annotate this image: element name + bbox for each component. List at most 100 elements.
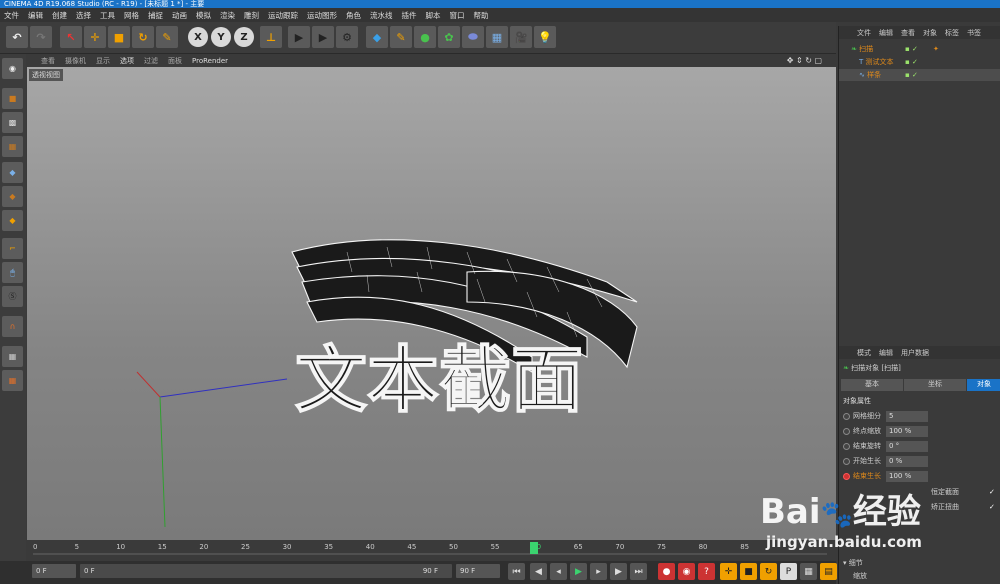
menu-render[interactable]: 渲染 [220, 10, 235, 21]
lock-workplane-icon[interactable]: ▦ [2, 346, 23, 367]
animate-dot-icon[interactable] [843, 473, 850, 480]
deformer-icon[interactable]: ⬬ [462, 26, 484, 48]
prev-key-icon[interactable]: ◀ [530, 563, 547, 580]
viewport-nav-icons[interactable]: ✥ ⇕ ↻ ▢ [787, 56, 822, 65]
om-tab-tags[interactable]: 标签 [945, 28, 959, 38]
live-select-icon[interactable]: ↖ [60, 26, 82, 48]
om-tab-bookmarks[interactable]: 书签 [967, 28, 981, 38]
key-pla-icon[interactable]: ▦ [800, 563, 817, 580]
camera-icon[interactable]: 🎥 [510, 26, 532, 48]
menu-tools[interactable]: 工具 [100, 10, 115, 21]
render-view-icon[interactable]: ▶ [288, 26, 310, 48]
make-editable-icon[interactable]: ◉ [2, 58, 23, 79]
edges-mode-icon[interactable]: ◆ [2, 186, 23, 207]
move-icon[interactable]: ✛ [84, 26, 106, 48]
cloner-icon[interactable]: ✿ [438, 26, 460, 48]
animate-dot-icon[interactable] [843, 428, 850, 435]
am-tab-edit[interactable]: 编辑 [879, 348, 893, 358]
visibility-check-icon[interactable]: ▪ ✓ [905, 43, 918, 55]
menu-character[interactable]: 角色 [346, 10, 361, 21]
x-axis-button[interactable]: X [188, 27, 208, 47]
tag-icon[interactable]: ✦ [933, 43, 939, 55]
menu-window[interactable]: 窗口 [450, 10, 465, 21]
prop-value-field[interactable]: 100 % [886, 426, 928, 437]
om-tab-file[interactable]: 文件 [857, 28, 871, 38]
tweak-mode-icon[interactable]: 🖱 [2, 262, 23, 283]
light-icon[interactable]: 💡 [534, 26, 556, 48]
subtab-basic[interactable]: 基本 [841, 379, 903, 391]
vp-menu-display[interactable]: 显示 [96, 56, 110, 66]
menu-simulate[interactable]: 模拟 [196, 10, 211, 21]
render-settings-icon[interactable]: ⚙ [336, 26, 358, 48]
menu-create[interactable]: 创建 [52, 10, 67, 21]
prop-value-field[interactable]: 0 % [886, 456, 928, 467]
go-to-end-icon[interactable]: ⏭ [630, 563, 647, 580]
magnet-icon[interactable]: ∩ [2, 316, 23, 337]
animate-dot-icon[interactable] [843, 413, 850, 420]
start-frame-field[interactable]: 0 F [32, 564, 76, 578]
play-icon[interactable]: ▶ [570, 563, 587, 580]
animate-dot-icon[interactable] [843, 458, 850, 465]
axis-mode-icon[interactable]: ⌐ [2, 238, 23, 259]
menu-mograph[interactable]: 运动图形 [307, 10, 337, 21]
object-row-spline[interactable]: ∿ 样条 ▪ ✓ [839, 69, 1000, 81]
key-position-icon[interactable]: ✛ [720, 563, 737, 580]
vp-menu-prorender[interactable]: ProRender [192, 57, 228, 65]
rotate-icon[interactable]: ↻ [132, 26, 154, 48]
end-frame-field[interactable]: 90 F [456, 564, 500, 578]
visibility-check-icon[interactable]: ▪ ✓ [905, 69, 918, 81]
vp-menu-camera[interactable]: 摄像机 [65, 56, 86, 66]
prop-value-field[interactable]: 0 ° [886, 441, 928, 452]
am-tab-mode[interactable]: 模式 [857, 348, 871, 358]
coordinate-system-icon[interactable]: ⊥ [260, 26, 282, 48]
menu-mesh[interactable]: 网格 [124, 10, 139, 21]
undo-icon[interactable]: ↶ [6, 26, 28, 48]
keyframe-selection-icon[interactable]: ? [698, 563, 715, 580]
prev-frame-icon[interactable]: ◂ [550, 563, 567, 580]
preview-range-slider[interactable]: 0 F 90 F [80, 564, 452, 578]
recent-tool-icon[interactable]: ✎ [156, 26, 178, 48]
subtab-coord[interactable]: 坐标 [904, 379, 966, 391]
menu-snap[interactable]: 捕捉 [148, 10, 163, 21]
next-frame-icon[interactable]: ▸ [590, 563, 607, 580]
menu-edit[interactable]: 编辑 [28, 10, 43, 21]
vp-menu-view[interactable]: 查看 [41, 56, 55, 66]
perspective-viewport[interactable]: 透视视图 文本截面 [27, 67, 836, 540]
prop-value-field[interactable]: 100 % [886, 471, 928, 482]
workplane-mode-icon[interactable]: ▦ [2, 136, 23, 157]
autokey-icon[interactable]: ◉ [678, 563, 695, 580]
prop-value-field[interactable]: 5 [886, 411, 928, 422]
z-axis-button[interactable]: Z [234, 27, 254, 47]
go-to-start-icon[interactable]: ⏮ [508, 563, 525, 580]
scale-icon[interactable]: ■ [108, 26, 130, 48]
menu-help[interactable]: 帮助 [474, 10, 489, 21]
next-key-icon[interactable]: ▶ [610, 563, 627, 580]
texture-mode-icon[interactable]: ▩ [2, 112, 23, 133]
scale-row[interactable]: 缩放 [853, 571, 867, 581]
menu-pipeline[interactable]: 流水线 [370, 10, 393, 21]
animate-dot-icon[interactable] [843, 443, 850, 450]
menu-plugins[interactable]: 插件 [402, 10, 417, 21]
render-picture-viewer-icon[interactable]: ▶ [312, 26, 334, 48]
menu-sculpt[interactable]: 雕刻 [244, 10, 259, 21]
timeline-ruler[interactable]: 0 5 10 15 20 25 30 35 40 45 50 55 60 65 70 75 80 85 [27, 540, 836, 560]
cube-icon[interactable]: ◆ [366, 26, 388, 48]
om-tab-view[interactable]: 查看 [901, 28, 915, 38]
check-icon[interactable]: ✓ [989, 486, 995, 499]
key-parameter-icon[interactable]: P [780, 563, 797, 580]
model-mode-icon[interactable]: ■ [2, 88, 23, 109]
vp-menu-options[interactable]: 选项 [120, 56, 134, 66]
menu-animate[interactable]: 动画 [172, 10, 187, 21]
snap-icon[interactable]: Ⓢ [2, 286, 23, 307]
key-rotation-icon[interactable]: ↻ [760, 563, 777, 580]
floor-icon[interactable]: ▦ [486, 26, 508, 48]
timeline-window-icon[interactable]: ▤ [820, 563, 837, 580]
check-icon[interactable]: ✓ [989, 501, 995, 514]
object-row-text[interactable]: T 测试文本 ▪ ✓ [839, 56, 1000, 68]
menu-script[interactable]: 脚本 [426, 10, 441, 21]
menu-select[interactable]: 选择 [76, 10, 91, 21]
redo-icon[interactable]: ↷ [30, 26, 52, 48]
pen-icon[interactable]: ✎ [390, 26, 412, 48]
vp-menu-panel[interactable]: 面板 [168, 56, 182, 66]
object-row-sweep[interactable]: ❧ 扫描 ▪ ✓ ✦ [839, 43, 1000, 55]
